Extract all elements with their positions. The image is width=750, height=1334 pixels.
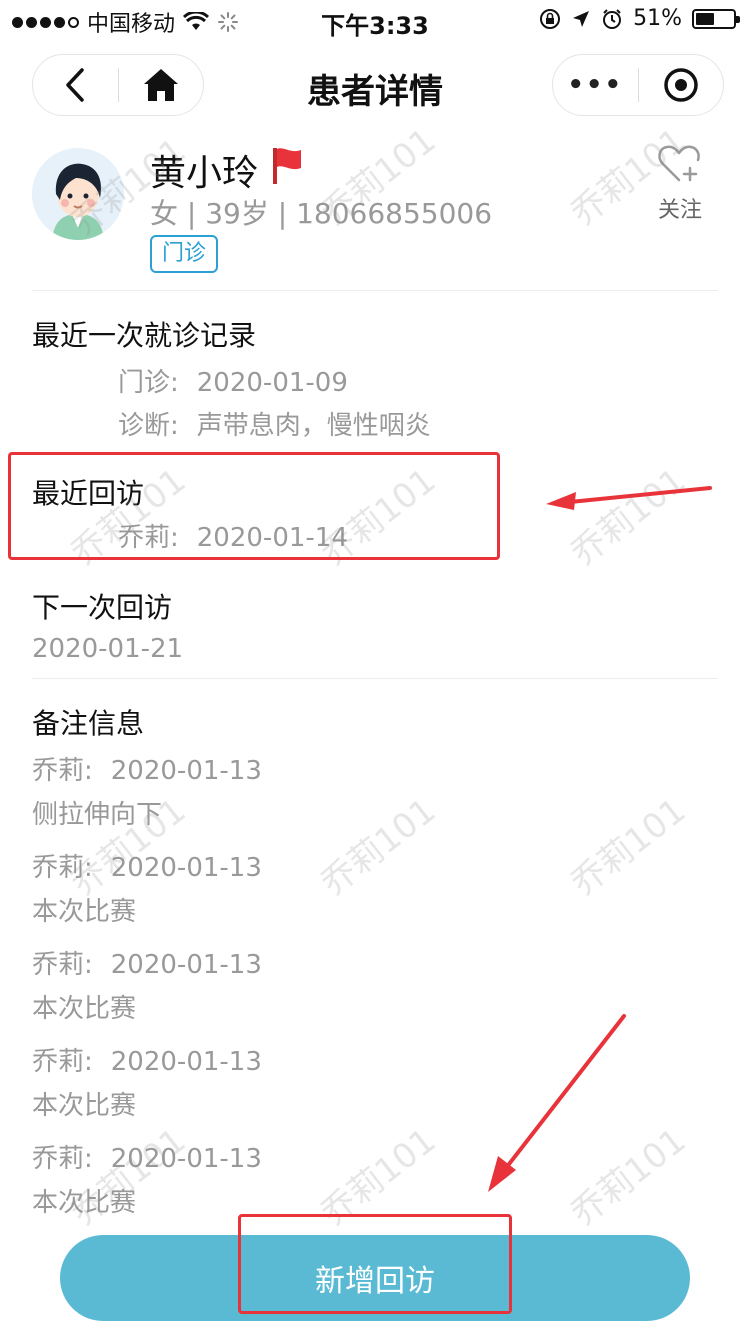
- red-flag-icon: [273, 148, 301, 184]
- divider: [32, 678, 718, 679]
- note-text: 侧拉伸向下: [32, 800, 163, 830]
- next-followup-date: 2020-01-21: [32, 634, 184, 664]
- follow-label: 关注: [657, 198, 702, 223]
- watermark: 乔莉101: [313, 790, 444, 904]
- note-meta: 乔莉: 2020-01-13: [32, 750, 262, 787]
- note-text: 本次比赛: [32, 994, 137, 1024]
- more-dots-icon: •••: [567, 70, 624, 100]
- note-date: 2020-01-13: [110, 853, 262, 883]
- last-visit-title: 最近一次就诊记录: [32, 319, 257, 352]
- note-author: 乔莉:: [32, 1047, 93, 1077]
- target-circle-icon: [664, 68, 698, 102]
- note-author: 乔莉:: [32, 853, 93, 883]
- note-author: 乔莉:: [32, 756, 93, 786]
- location-icon: [573, 10, 590, 27]
- status-right: 51%: [539, 6, 740, 31]
- divider: [32, 290, 718, 291]
- patient-profile: 黄小玲 女 | 39岁 | 18066855006 门诊 关注: [0, 140, 750, 290]
- visit-type-tag: 门诊: [150, 235, 219, 273]
- note-date: 2020-01-13: [110, 1047, 262, 1077]
- watermark: 乔莉101: [563, 460, 694, 574]
- patient-meta: 女 | 39岁 | 18066855006: [150, 197, 493, 230]
- note-text: 本次比赛: [32, 897, 137, 927]
- diagnosis-text: 声带息肉，慢性咽炎: [196, 411, 431, 441]
- diagnosis-label: 诊断:: [118, 411, 179, 441]
- note-meta: 乔莉: 2020-01-13: [32, 1041, 262, 1078]
- alarm-icon: [603, 8, 622, 29]
- battery-level-fill: [696, 12, 715, 25]
- diagnosis-row: 诊断: 声带息肉，慢性咽炎: [118, 405, 431, 442]
- battery-percent: 51%: [633, 6, 682, 31]
- last-visit-type-row: 门诊: 2020-01-09: [118, 362, 348, 399]
- annotation-box-recent-followup: [8, 452, 500, 560]
- note-text: 本次比赛: [32, 1188, 137, 1218]
- note-text: 本次比赛: [32, 1091, 137, 1121]
- note-author: 乔莉:: [32, 1144, 93, 1174]
- annotation-arrow-icon: [488, 1014, 626, 1192]
- more-button[interactable]: •••: [553, 55, 638, 115]
- annotation-arrow-icon: [546, 486, 712, 510]
- notes-title: 备注信息: [32, 707, 145, 740]
- watermark: 乔莉101: [563, 790, 694, 904]
- follow-button[interactable]: 关注: [650, 144, 710, 224]
- avatar-illustration-icon: [32, 148, 124, 240]
- note-meta: 乔莉: 2020-01-13: [32, 944, 262, 981]
- note-meta: 乔莉: 2020-01-13: [32, 847, 262, 884]
- note-meta: 乔莉: 2020-01-13: [32, 1138, 262, 1175]
- heart-plus-icon: [658, 145, 700, 182]
- patient-name: 黄小玲: [150, 153, 259, 194]
- avatar: [32, 148, 124, 240]
- battery-icon: [692, 8, 740, 29]
- orientation-lock-icon: [540, 8, 561, 29]
- note-date: 2020-01-13: [110, 950, 262, 980]
- close-miniprogram-button[interactable]: [639, 55, 724, 115]
- annotation-box-add-button: [238, 1214, 512, 1314]
- next-followup-title: 下一次回访: [32, 591, 173, 624]
- last-visit-type-label: 门诊:: [118, 368, 179, 398]
- note-date: 2020-01-13: [110, 756, 262, 786]
- note-author: 乔莉:: [32, 950, 93, 980]
- last-visit-date: 2020-01-09: [196, 368, 348, 398]
- note-date: 2020-01-13: [110, 1144, 262, 1174]
- status-bar: 中国移动 下午3:33 51%: [0, 0, 750, 40]
- nav-bar: 患者详情 •••: [0, 48, 750, 120]
- nav-capsule-right: •••: [552, 54, 724, 116]
